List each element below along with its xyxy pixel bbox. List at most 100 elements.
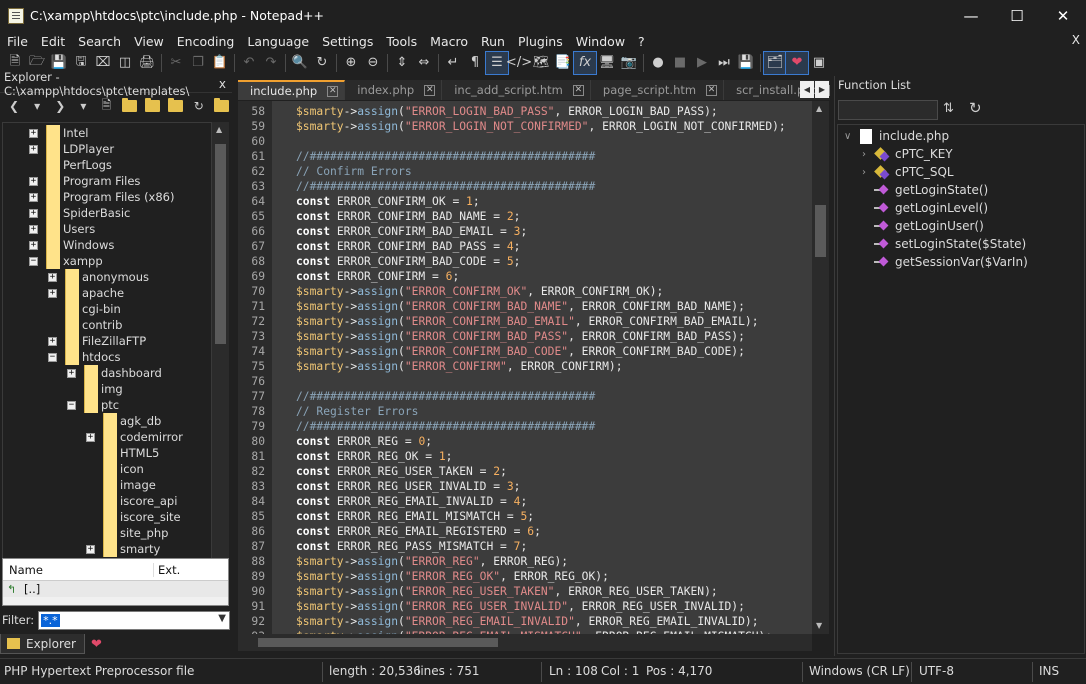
code-editor[interactable]: 58 $smarty->assign("ERROR_LOGIN_BAD_PASS"… [238,101,812,634]
tab-scroll-left-icon[interactable]: ◀ [800,81,814,98]
expand-icon[interactable]: + [86,544,95,554]
forward-dropdown-icon[interactable]: ▾ [73,95,93,117]
function-method-item[interactable]: setLoginState($State) [874,235,1026,253]
sort-az-icon[interactable]: ⇅ [943,101,954,116]
close-tab-icon[interactable]: ✕ [706,84,718,96]
tab-include-php[interactable]: include.php ✕ [238,80,346,100]
collapse-icon[interactable]: − [29,256,38,266]
scroll-down-icon[interactable]: ▼ [816,621,822,630]
console-plugin-icon[interactable]: ▣ [808,52,830,74]
play-macro-icon[interactable]: ▶ [691,52,713,74]
menu-language[interactable]: Language [240,34,315,49]
tree-item[interactable]: HTML5 [86,445,159,461]
close-document-button[interactable]: X [1072,33,1080,47]
tree-item[interactable]: − ptc [67,397,119,413]
function-method-item[interactable]: getLoginLevel() [874,199,988,217]
back-dropdown-icon[interactable]: ▾ [27,95,47,117]
code-line[interactable]: 84 const ERROR_REG_EMAIL_INVALID = 4; [238,494,812,509]
function-class-item[interactable]: › cPTC_KEY [862,145,953,163]
code-line[interactable]: 79 //####################################… [238,419,812,434]
minimize-button[interactable]: — [948,0,994,31]
replace-icon[interactable]: ↻ [311,52,333,74]
tree-item[interactable]: img [67,381,123,397]
code-line[interactable]: 92 $smarty->assign("ERROR_REG_EMAIL_INVAL… [238,614,812,629]
folder-tree[interactable]: + Intel + LDPlayer PerfLogs + Program Files + Pr… [2,122,212,600]
expand-icon[interactable]: + [29,144,38,154]
collapse-icon[interactable]: − [67,400,76,410]
menu-file[interactable]: File [0,34,34,49]
tree-item[interactable]: + Users [29,221,95,237]
code-line[interactable]: 72 $smarty->assign("ERROR_CONFIRM_BAD_EMA… [238,314,812,329]
code-line[interactable]: 78 // Register Errors [238,404,812,419]
tree-item[interactable]: + anonymous [48,269,149,285]
tab-page-script[interactable]: page_script.htm ✕ [590,80,725,100]
menu-encoding[interactable]: Encoding [170,34,241,49]
code-line[interactable]: 91 $smarty->assign("ERROR_REG_USER_INVALI… [238,599,812,614]
menu-view[interactable]: View [127,34,170,49]
expand-icon[interactable]: + [29,128,38,138]
user-folder-icon[interactable] [166,95,186,117]
expand-icon[interactable]: + [29,176,38,186]
refresh-icon[interactable]: ↻ [189,95,209,117]
editor-vertical-scrollbar[interactable]: ▲ ▼ [812,101,829,634]
code-line[interactable]: 64 const ERROR_CONFIRM_OK = 1; [238,194,812,209]
tab-scroll-right-icon[interactable]: ▶ [815,81,829,98]
favorites-heart-icon[interactable]: ❤ [91,637,102,652]
tree-item[interactable]: + FileZillaFTP [48,333,146,349]
function-class-item[interactable]: › cPTC_SQL [862,163,954,181]
expand-icon[interactable]: + [48,288,57,298]
tree-item[interactable]: + Program Files (x86) [29,189,174,205]
code-line[interactable]: 60 [238,134,812,149]
code-line[interactable]: 88 $smarty->assign("ERROR_REG", ERROR_REG… [238,554,812,569]
filter-input[interactable]: *.* ▼ [38,610,230,630]
code-line[interactable]: 66 const ERROR_CONFIRM_BAD_EMAIL = 3; [238,224,812,239]
sync-vertical-icon[interactable]: ⇕ [391,52,413,74]
tree-item[interactable]: − xampp [29,253,103,269]
tree-item[interactable]: site_php [86,525,168,541]
chevron-right-icon[interactable]: › [862,149,874,160]
menu-search[interactable]: Search [71,34,127,49]
tree-item[interactable]: cgi-bin [48,301,121,317]
expand-icon[interactable]: + [48,272,57,282]
code-line[interactable]: 63 //####################################… [238,179,812,194]
function-tree[interactable]: ∨ include.php › cPTC_KEY › cPTC_SQL getLoginSt… [837,124,1085,654]
function-list-icon[interactable]: fx [573,50,597,75]
tree-item[interactable]: + Windows [29,237,114,253]
tree-item[interactable]: PerfLogs [29,157,112,173]
editor-horizontal-scrollbar[interactable] [238,634,812,651]
function-search-input[interactable] [838,100,938,120]
code-line[interactable]: 75 $smarty->assign("ERROR_CONFIRM", ERROR… [238,359,812,374]
menu-macro[interactable]: Macro [423,34,474,49]
language-tag-icon[interactable]: </> [506,52,532,74]
expand-icon[interactable]: + [29,208,38,218]
find-icon[interactable]: 🔍 [289,52,311,74]
tree-item[interactable]: + apache [48,285,124,301]
tree-item[interactable]: − htdocs [48,349,120,365]
code-line[interactable]: 89 $smarty->assign("ERROR_REG_OK", ERROR_… [238,569,812,584]
doc-map-icon[interactable]: 🗺 [530,52,552,74]
expand-icon[interactable]: + [29,240,38,250]
editor-scroll-thumb[interactable] [815,205,826,257]
close-tab-icon[interactable]: ✕ [327,85,339,97]
column-name[interactable]: Name [3,563,153,577]
code-line[interactable]: 83 const ERROR_REG_USER_INVALID = 3; [238,479,812,494]
expand-icon[interactable]: + [48,336,57,346]
tree-item[interactable]: + LDPlayer [29,141,114,157]
tree-item[interactable]: iscore_site [86,509,181,525]
function-method-item[interactable]: getSessionVar($VarIn) [874,253,1028,271]
zoom-out-icon[interactable]: ⊖ [362,52,384,74]
expand-icon[interactable]: + [67,368,76,378]
reload-icon[interactable]: ↻ [969,99,982,117]
menu-window[interactable]: Window [569,34,631,49]
menu-run[interactable]: Run [474,34,511,49]
close-tab-icon[interactable]: ✕ [424,84,436,96]
favorites-plugin-icon[interactable]: ❤ [785,50,809,75]
back-icon[interactable]: ❮ [4,95,24,117]
tab-index-php[interactable]: index.php ✕ [345,80,443,100]
expand-icon[interactable]: + [86,432,95,442]
expand-icon[interactable]: + [29,224,38,234]
tree-item[interactable]: + SpiderBasic [29,205,130,221]
record-macro-icon[interactable]: ● [647,52,669,74]
editor-hscroll-thumb[interactable] [258,638,498,647]
tree-item[interactable]: + smarty [86,541,160,557]
